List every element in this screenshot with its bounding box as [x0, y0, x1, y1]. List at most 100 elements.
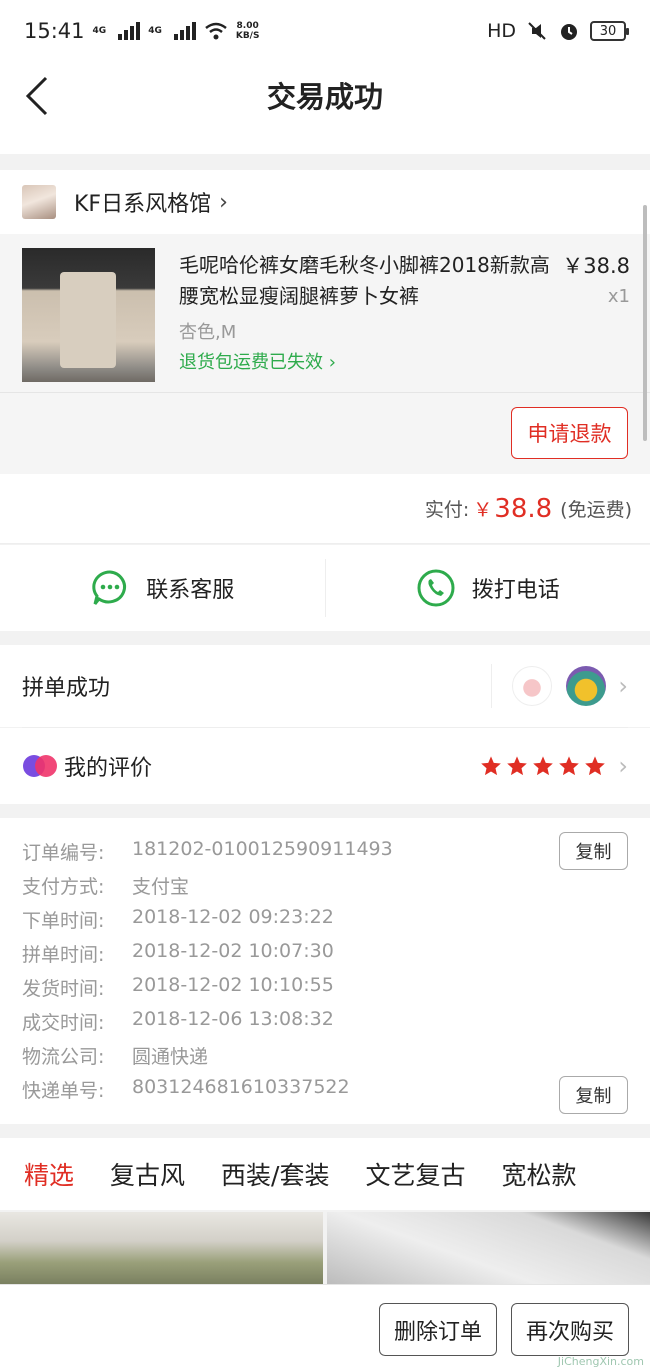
- order-info-value: 181202-010012590911493: [132, 838, 393, 860]
- rating-stars: [480, 755, 606, 777]
- order-info: 订单编号: 181202-010012590911493 支付方式: 支付宝下单时间:…: [0, 818, 650, 1124]
- group-success-row[interactable]: 拼单成功 ›: [0, 645, 650, 727]
- order-info-row: 支付方式: 支付宝: [22, 872, 189, 899]
- product-price: ￥38.8: [562, 254, 630, 278]
- my-review-row[interactable]: 我的评价 ›: [0, 728, 650, 804]
- order-info-value: 2018-12-02 10:07:30: [132, 940, 334, 962]
- chevron-right-icon: ›: [618, 672, 628, 700]
- return-shipping-note[interactable]: 退货包运费已失效 ›: [179, 348, 336, 374]
- contact-service-button[interactable]: 联系客服: [0, 545, 325, 631]
- product-spec: 杏色,M: [179, 322, 237, 343]
- product-title: 毛呢哈伦裤女磨毛秋冬小脚裤2018新款高腰宽松显瘦阔腿裤萝卜女裤: [179, 253, 550, 308]
- order-info-row: 拼单时间: 2018-12-02 10:07:30: [22, 940, 334, 967]
- status-time: 15:41: [24, 19, 85, 43]
- phone-icon: [417, 569, 455, 607]
- chevron-right-icon: ›: [618, 752, 628, 780]
- order-info-key: 成交时间:: [22, 1012, 105, 1034]
- hd-label: HD: [487, 20, 516, 42]
- order-info-value: 圆通快递: [132, 1046, 209, 1068]
- order-info-value: 803124681610337522: [132, 1076, 350, 1098]
- chevron-right-icon: ›: [323, 352, 336, 373]
- product-quantity: x1: [607, 286, 630, 307]
- scrollbar[interactable]: [643, 205, 647, 441]
- battery-icon: 30: [590, 21, 629, 41]
- return-shipping-note-text: 退货包运费已失效: [179, 352, 323, 373]
- category-tabs: 精选 复古风 西装/套装 文艺复古 宽松款: [0, 1138, 650, 1210]
- copy-tracking-number-button[interactable]: 复制: [559, 1076, 628, 1114]
- refund-button[interactable]: 申请退款: [511, 407, 628, 459]
- order-info-value: 2018-12-02 10:10:55: [132, 974, 334, 996]
- order-info-key: 快递单号:: [22, 1080, 105, 1102]
- order-info-key: 拼单时间:: [22, 944, 105, 966]
- order-info-row: 订单编号: 181202-010012590911493: [22, 838, 393, 865]
- review-logo-icon: [23, 755, 57, 777]
- signal-icon: [118, 22, 141, 40]
- category-tab[interactable]: 西装/套装: [221, 1156, 329, 1192]
- payment-summary: 实付: ￥ 38.8 (免运费): [0, 474, 650, 544]
- order-info-value: 支付宝: [132, 876, 190, 898]
- my-review-label: 我的评价: [64, 756, 153, 781]
- shop-header[interactable]: KF日系风格馆 ›: [0, 170, 650, 234]
- bottom-action-bar: 删除订单 再次购买 JiChengXin.com: [0, 1284, 650, 1372]
- shop-name: KF日系风格馆: [74, 192, 212, 217]
- star-icon: [507, 756, 528, 776]
- group-avatars: [491, 664, 607, 708]
- alarm-icon: [561, 24, 577, 40]
- nav-bar: 交易成功: [0, 62, 650, 154]
- buy-again-button[interactable]: 再次购买: [511, 1303, 629, 1356]
- chat-bubble-icon: [92, 570, 127, 605]
- order-info-key: 下单时间:: [22, 910, 105, 932]
- order-info-key: 支付方式:: [22, 876, 105, 898]
- order-info-key: 物流公司:: [22, 1046, 105, 1068]
- chevron-right-icon: ›: [219, 189, 228, 215]
- status-bar: 15:41 4G 4G 8.00 KB/S HD 30: [0, 0, 650, 62]
- category-tab[interactable]: 文艺复古: [365, 1156, 465, 1192]
- order-info-row: 物流公司: 圆通快递: [22, 1042, 208, 1069]
- recommended-product-image[interactable]: [327, 1212, 650, 1284]
- page-title: 交易成功: [266, 80, 383, 114]
- order-info-row: 发货时间: 2018-12-02 10:10:55: [22, 974, 334, 1001]
- shop-avatar: [22, 185, 56, 219]
- category-tab[interactable]: 精选: [24, 1156, 74, 1192]
- net-speed-unit: KB/S: [235, 31, 260, 41]
- order-info-key: 订单编号:: [22, 842, 105, 864]
- network-label-1: 4G: [92, 26, 107, 36]
- star-icon: [585, 756, 606, 776]
- net-speed-value: 8.00: [236, 21, 259, 31]
- call-phone-label: 拨打电话: [471, 578, 560, 603]
- paid-currency: ￥: [473, 499, 493, 521]
- order-info-row: 下单时间: 2018-12-02 09:23:22: [22, 906, 334, 933]
- member-avatar: [566, 666, 607, 706]
- divider: [0, 392, 650, 393]
- recommendation-images: [0, 1212, 650, 1284]
- paid-label: 实付:: [424, 499, 470, 521]
- mute-icon: [528, 22, 546, 40]
- delete-order-button[interactable]: 删除订单: [379, 1303, 497, 1356]
- shipping-note: (免运费): [560, 499, 632, 521]
- signal-icon-2: [173, 22, 196, 40]
- star-icon: [533, 756, 554, 776]
- recommended-product-image[interactable]: [0, 1212, 323, 1284]
- order-info-key: 发货时间:: [22, 978, 105, 1000]
- star-icon: [559, 756, 580, 776]
- star-icon: [481, 756, 502, 776]
- product-card[interactable]: 毛呢哈伦裤女磨毛秋冬小脚裤2018新款高腰宽松显瘦阔腿裤萝卜女裤 ￥38.8 x…: [0, 234, 650, 474]
- call-phone-button[interactable]: 拨打电话: [326, 545, 650, 631]
- group-success-label: 拼单成功: [22, 676, 111, 701]
- copy-order-number-button[interactable]: 复制: [559, 832, 628, 870]
- member-avatar: [512, 666, 553, 706]
- category-tab[interactable]: 复古风: [110, 1156, 185, 1192]
- order-info-value: 2018-12-02 09:23:22: [132, 906, 334, 928]
- watermark: JiChengXin.com: [557, 1355, 644, 1368]
- category-tab[interactable]: 宽松款: [501, 1156, 576, 1192]
- order-info-row: 快递单号: 803124681610337522: [22, 1076, 350, 1103]
- paid-amount: 38.8: [494, 493, 553, 524]
- order-info-row: 成交时间: 2018-12-06 13:08:32: [22, 1008, 334, 1035]
- contact-service-label: 联系客服: [146, 578, 235, 603]
- wifi-icon: [205, 22, 227, 40]
- product-image[interactable]: [22, 248, 155, 382]
- contact-row: 联系客服 拨打电话: [0, 545, 650, 631]
- net-speed: 8.00 KB/S: [236, 21, 260, 41]
- order-info-value: 2018-12-06 13:08:32: [132, 1008, 334, 1030]
- network-label-2: 4G: [148, 26, 162, 36]
